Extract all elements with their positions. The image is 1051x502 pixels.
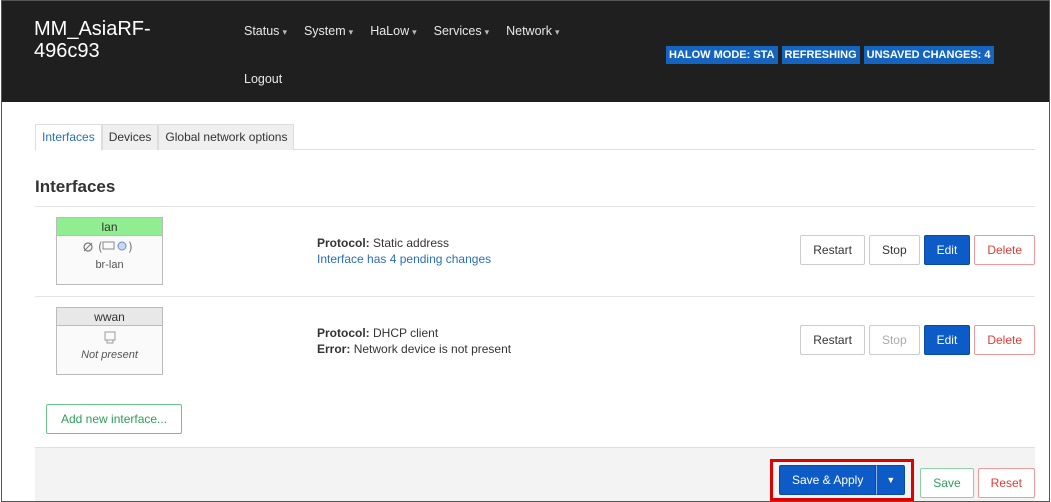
stop-button[interactable]: Stop [868,325,920,355]
menu-logout[interactable]: Logout [244,72,282,86]
interfaces-table: lan ( ) br-lan Protocol: Static address … [35,206,1035,386]
row-actions: Restart Stop Edit Delete [800,325,1035,355]
svg-text:(: ( [98,240,103,254]
protocol-value: DHCP client [373,326,439,340]
error-value: Network device is not present [353,342,512,356]
table-row: lan ( ) br-lan Protocol: Static address … [35,206,1035,296]
section-title: Interfaces [35,177,116,196]
chevron-down-icon: ▾ [282,27,287,37]
network-ports-icon: ( ) [57,239,162,259]
menu-network[interactable]: Network ▾ [506,24,559,38]
highlight-box: Save & Apply ▼ [769,459,915,501]
protocol-label: Protocol: [317,236,370,250]
menu-system[interactable]: System ▾ [304,24,353,38]
stop-button[interactable]: Stop [868,235,920,265]
chevron-down-icon: ▾ [554,27,560,37]
tab-bar: Interfaces Devices Global network option… [35,124,1035,151]
menu-status-label: Status [244,24,280,38]
pending-changes-link[interactable]: Interface has 4 pending changes [317,251,491,267]
restart-button[interactable]: Restart [800,235,865,265]
error-label: Error: [317,342,351,356]
delete-button[interactable]: Delete [974,235,1035,265]
save-apply-dropdown-button[interactable]: ▼ [876,465,906,495]
chevron-down-icon: ▼ [886,475,896,485]
brand-hostname[interactable]: MM_AsiaRF-496c93 [34,18,184,62]
tab-interfaces[interactable]: Interfaces [35,124,102,151]
chevron-down-icon: ▾ [412,27,417,37]
protocol-value: Static address [373,236,450,250]
interface-info: Protocol: DHCP client Error: Network dev… [317,325,511,357]
menu-services[interactable]: Services ▾ [434,24,489,38]
interface-name: wwan [57,308,162,326]
refreshing-badge[interactable]: REFRESHING [781,46,860,64]
top-header: MM_AsiaRF-496c93 Status ▾ System ▾ HaLow ▾ … [2,1,1049,102]
main-menu: Status ▾ System ▾ HaLow ▾ Services ▾ Network… [244,24,576,38]
save-button[interactable]: Save [920,468,974,498]
unsaved-changes-badge[interactable]: UNSAVED CHANGES: 4 [863,46,994,64]
chevron-down-icon: ▾ [348,27,354,37]
menu-halow[interactable]: HaLow ▾ [370,24,416,38]
footer-actions: Save & Apply ▼ Save Reset [769,459,1035,501]
app-frame: MM_AsiaRF-496c93 Status ▾ System ▾ HaLow ▾ … [1,0,1050,502]
chevron-down-icon: ▾ [484,27,490,37]
tab-global-network-options[interactable]: Global network options [158,124,295,150]
menu-network-label: Network [506,24,552,38]
row-actions: Restart Stop Edit Delete [800,235,1035,265]
save-apply-button[interactable]: Save & Apply [778,465,877,495]
menu-system-label: System [303,24,346,38]
interface-device: Not present [81,349,138,361]
menu-halow-label: HaLow [370,24,410,38]
edit-button[interactable]: Edit [923,325,971,355]
save-apply-split-button: Save & Apply ▼ [778,465,906,495]
restart-button[interactable]: Restart [800,325,865,355]
menu-status[interactable]: Status ▾ [244,24,287,38]
menu-services-label: Services [433,24,482,38]
network-port-icon [57,329,162,349]
table-row: wwan Not present Protocol: DHCP client E… [35,296,1035,386]
interface-badge-wwan: wwan Not present [56,307,163,375]
interface-name: lan [57,218,162,236]
svg-text:): ) [128,240,133,254]
tab-devices[interactable]: Devices [101,124,159,150]
halow-mode-badge: HALOW MODE: STA [666,46,778,64]
interface-device: br-lan [95,259,124,271]
reset-button[interactable]: Reset [977,468,1035,498]
page-actions-bar: Save & Apply ▼ Save Reset [35,447,1035,501]
protocol-label: Protocol: [317,326,370,340]
interface-info: Protocol: Static address Interface has 4… [317,235,491,267]
delete-button[interactable]: Delete [974,325,1035,355]
add-new-interface-button[interactable]: Add new interface... [46,404,183,434]
status-badges: HALOW MODE: STA REFRESHING UNSAVED CHANG… [666,46,994,64]
interface-badge-lan: lan ( ) br-lan [56,217,163,285]
edit-button[interactable]: Edit [923,235,971,265]
